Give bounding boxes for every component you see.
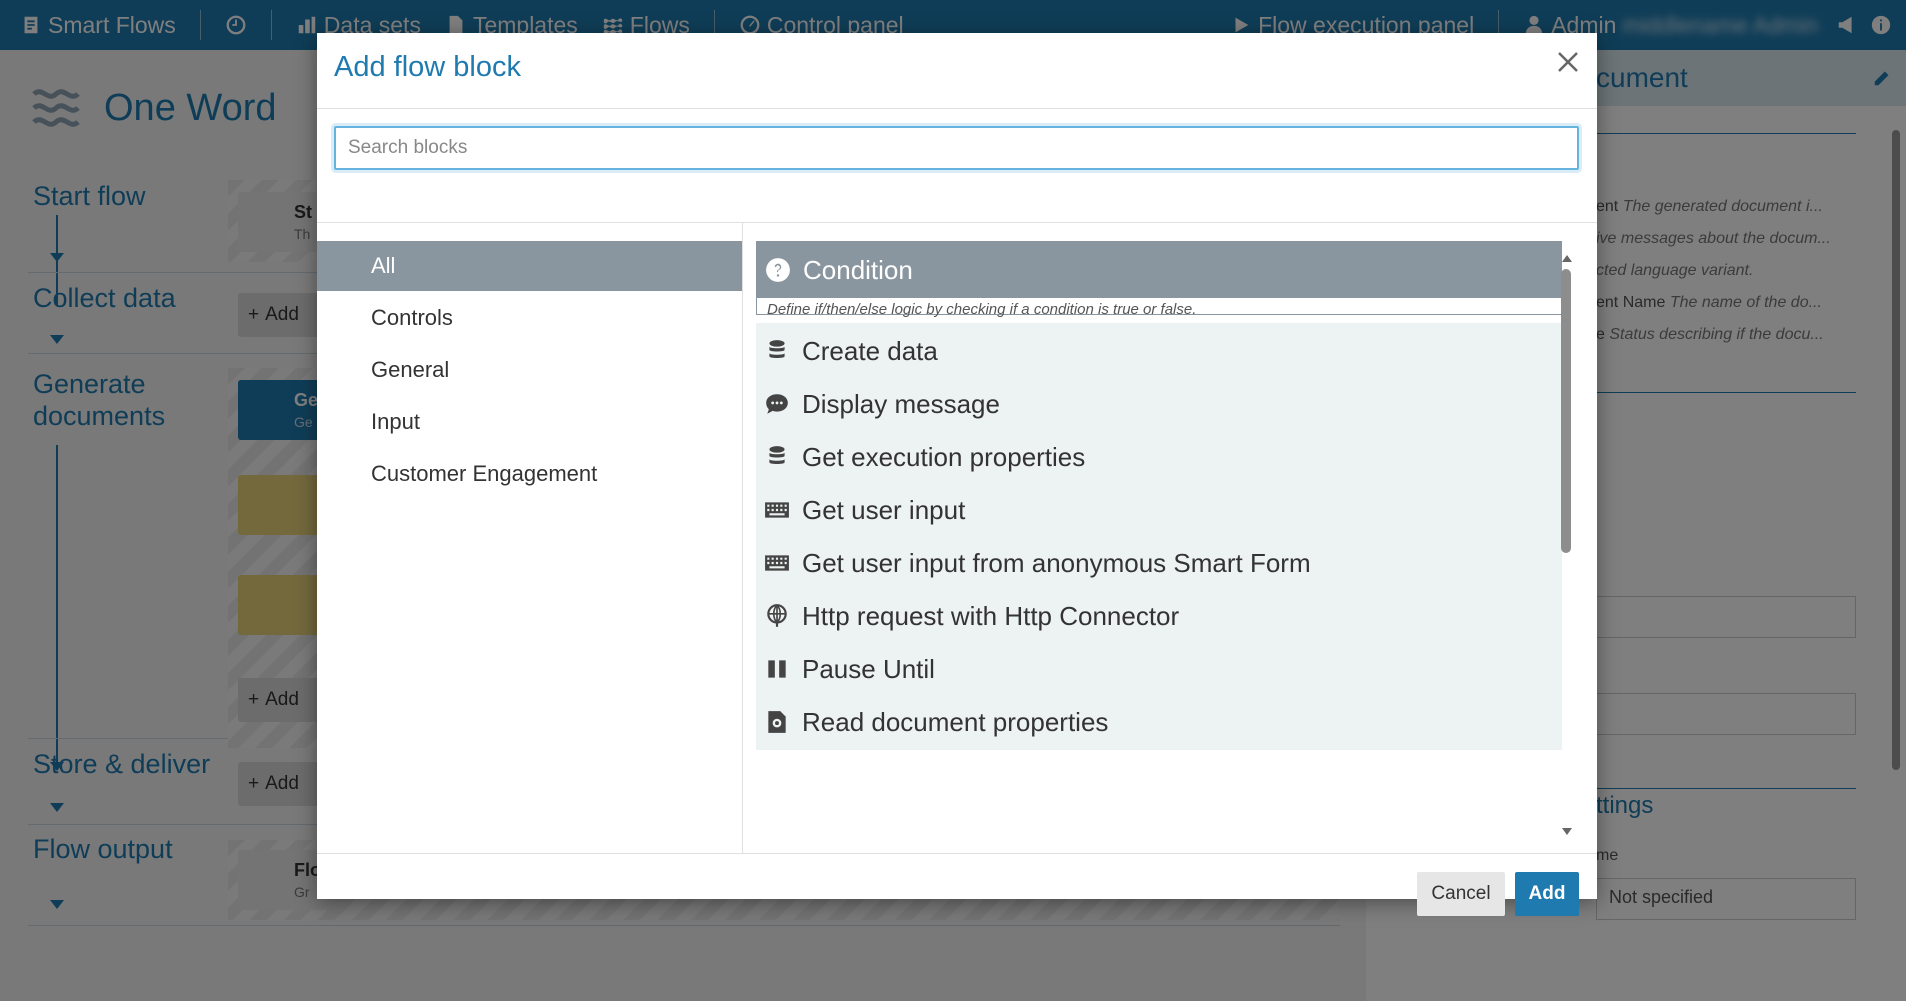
block-item-header: Get user input xyxy=(756,482,1562,538)
cancel-button[interactable]: Cancel xyxy=(1417,872,1505,916)
scroll-down-arrow-icon[interactable] xyxy=(1562,828,1572,835)
block-list: Condition Define if/then/else logic by c… xyxy=(744,223,1597,853)
block-item-create-data[interactable]: Create data xyxy=(756,323,1562,379)
block-item-name: Http request with Http Connector xyxy=(802,600,1180,631)
block-item-get-user-input-smart-form[interactable]: Get user input from anonymous Smart Form xyxy=(756,535,1562,591)
dialog-title: Add flow block xyxy=(334,51,521,83)
category-general[interactable]: General xyxy=(317,345,742,395)
scroll-up-arrow-icon[interactable] xyxy=(1562,255,1572,262)
dialog-header: Add flow block xyxy=(317,33,1597,109)
comment-icon xyxy=(766,394,788,414)
close-button[interactable] xyxy=(1553,47,1583,77)
block-item-header: Display message xyxy=(756,376,1562,432)
search-section xyxy=(317,110,1597,223)
block-item-header: Get user input from anonymous Smart Form xyxy=(756,535,1562,591)
keyboard-icon xyxy=(765,555,789,571)
block-item-header: Read document properties xyxy=(756,694,1562,750)
block-item-pause-until[interactable]: Pause Until xyxy=(756,641,1562,697)
block-item-read-document-properties[interactable]: Read document properties xyxy=(756,694,1562,750)
block-item-name: Pause Until xyxy=(802,653,935,684)
block-item-header: Http request with Http Connector xyxy=(756,588,1562,644)
category-controls[interactable]: Controls xyxy=(317,293,742,343)
scrollbar-thumb[interactable] xyxy=(1561,269,1571,553)
add-button[interactable]: Add xyxy=(1515,872,1579,916)
add-flow-block-dialog: Add flow block All Controls General Inpu… xyxy=(317,33,1597,916)
block-item-name: Get execution properties xyxy=(802,441,1086,472)
category-customer-engagement[interactable]: Customer Engagement xyxy=(317,449,742,499)
block-item-http-request[interactable]: Http request with Http Connector xyxy=(756,588,1562,644)
category-list: All Controls General Input Customer Enga… xyxy=(317,223,743,853)
block-item-header: Pause Until xyxy=(756,641,1562,697)
block-item-name: Get user input xyxy=(802,494,966,525)
globe-icon xyxy=(767,604,787,627)
file-gear-icon xyxy=(768,711,786,733)
block-item-description: Define if/then/else logic by checking if… xyxy=(767,301,1197,318)
category-input[interactable]: Input xyxy=(317,397,742,447)
block-item-name: Read document properties xyxy=(802,706,1109,737)
block-item-name: Display message xyxy=(802,388,1000,419)
close-icon xyxy=(1558,52,1578,72)
block-item-header: Create data xyxy=(756,323,1562,379)
question-circle-icon xyxy=(766,258,790,282)
keyboard-icon xyxy=(765,502,789,518)
category-all[interactable]: All xyxy=(317,241,742,291)
block-item-name: Condition xyxy=(803,254,913,285)
pause-icon xyxy=(768,660,786,678)
block-item-header: Condition xyxy=(757,242,1561,298)
database-icon xyxy=(769,340,785,359)
block-item-name: Get user input from anonymous Smart Form xyxy=(802,547,1311,578)
block-item-condition[interactable]: Condition Define if/then/else logic by c… xyxy=(756,241,1562,318)
block-item-header: Get execution properties xyxy=(756,429,1562,485)
block-list-scrollbar[interactable] xyxy=(1559,255,1575,835)
search-blocks-input[interactable] xyxy=(334,126,1579,170)
block-item-display-message[interactable]: Display message xyxy=(756,376,1562,432)
dialog-footer: Cancel Add xyxy=(317,853,1597,916)
database-icon xyxy=(769,446,785,465)
block-item-get-user-input[interactable]: Get user input xyxy=(756,482,1562,538)
block-item-name: Create data xyxy=(802,335,938,366)
block-item-get-execution-properties[interactable]: Get execution properties xyxy=(756,429,1562,485)
